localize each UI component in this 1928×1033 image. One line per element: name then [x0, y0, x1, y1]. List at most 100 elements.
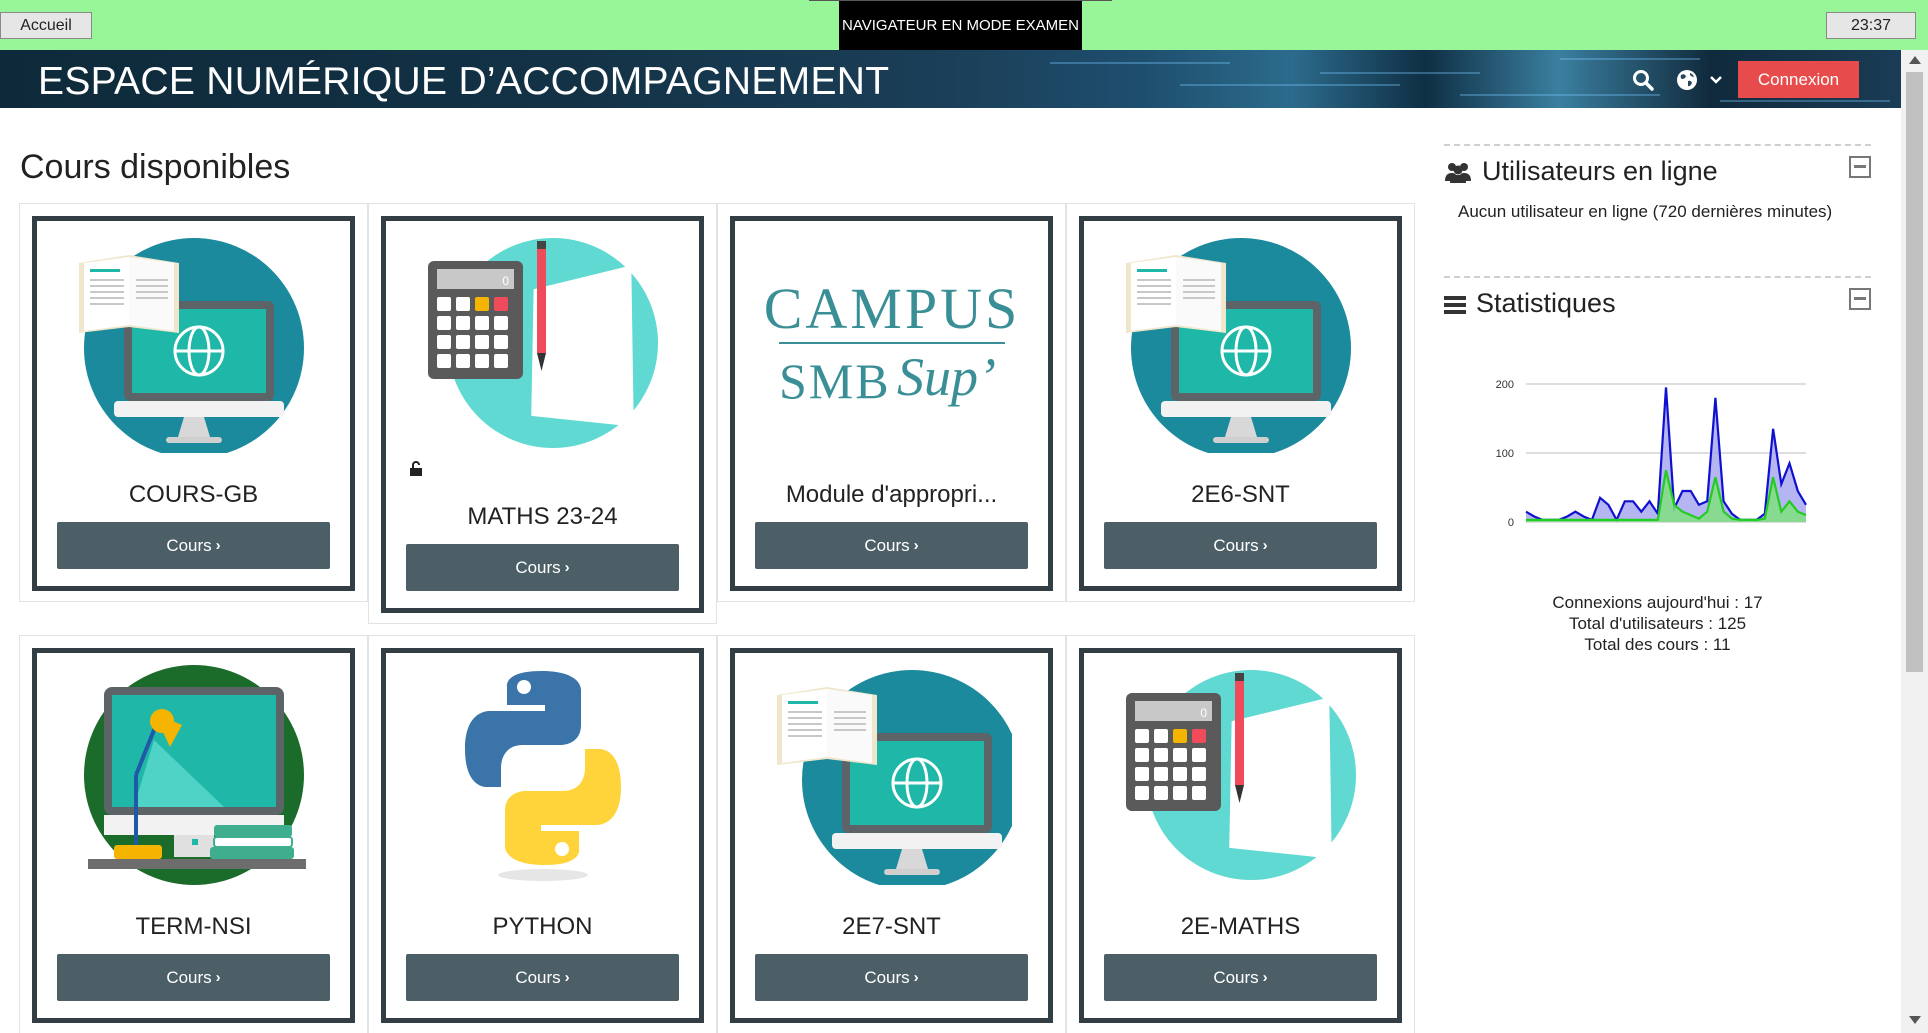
course-name[interactable]: TERM-NSI	[37, 913, 350, 941]
course-card[interactable]: 0 2E-MATHS Cours ›	[1079, 648, 1402, 1023]
statistics-title: Statistiques	[1476, 288, 1616, 318]
course-button[interactable]: Cours ›	[755, 522, 1028, 569]
course-name[interactable]: 2E7-SNT	[735, 913, 1048, 941]
course-button[interactable]: Cours ›	[406, 954, 679, 1001]
clock: 23:37	[1826, 12, 1916, 39]
computer-book-globe-image	[78, 238, 304, 453]
calculator-pencil-image: 0	[1125, 670, 1356, 880]
exam-mode-label: NAVIGATEUR EN MODE EXAMEN	[809, 0, 1112, 50]
collapse-block-icon[interactable]	[1849, 156, 1871, 178]
course-name[interactable]: COURS-GB	[37, 481, 350, 509]
page-title: Cours disponibles	[20, 148, 291, 186]
svg-text:CAMPUS: CAMPUS	[763, 276, 1020, 341]
course-card[interactable]: 2E7-SNT Cours ›	[730, 648, 1053, 1023]
course-tile: COURS-GB Cours ›	[19, 203, 368, 602]
course-button[interactable]: Cours ›	[57, 522, 330, 569]
course-image[interactable]: 0	[1084, 665, 1397, 885]
y-tick-label: 100	[1496, 448, 1514, 460]
statistics-summary: Connexions aujourd'hui : 17 Total d'util…	[1444, 592, 1871, 655]
course-button-label: Cours	[1213, 967, 1259, 987]
chevron-right-icon: ›	[1262, 537, 1268, 554]
online-users-block: Utilisateurs en ligne Aucun utilisateur …	[1444, 144, 1871, 234]
site-title[interactable]: ESPACE NUMÉRIQUE D’ACCOMPAGNEMENT	[38, 60, 889, 104]
site-header: ESPACE NUMÉRIQUE D’ACCOMPAGNEMENT Connex…	[0, 50, 1901, 108]
chevron-right-icon: ›	[215, 537, 221, 554]
language-menu[interactable]	[1676, 69, 1724, 91]
course-tile: 0 MATHS 23-24 Cours ›	[368, 203, 717, 624]
course-button[interactable]: Cours ›	[57, 954, 330, 1001]
course-button-label: Cours	[1213, 535, 1259, 555]
svg-text:SMB: SMB	[779, 353, 891, 409]
course-button-label: Cours	[864, 967, 910, 987]
login-button[interactable]: Connexion	[1738, 61, 1859, 98]
course-button[interactable]: Cours ›	[1104, 954, 1377, 1001]
course-button-label: Cours	[166, 967, 212, 987]
chevron-right-icon: ›	[564, 559, 570, 576]
course-button[interactable]: Cours ›	[1104, 522, 1377, 569]
course-tile: 2E6-SNT Cours ›	[1066, 203, 1415, 602]
course-card[interactable]: TERM-NSI Cours ›	[32, 648, 355, 1023]
course-name[interactable]: 2E-MATHS	[1084, 913, 1397, 941]
chevron-right-icon: ›	[913, 969, 919, 986]
course-image[interactable]	[735, 665, 1048, 885]
page-scrollbar[interactable]	[1901, 50, 1928, 1033]
online-users-heading: Utilisateurs en ligne	[1444, 156, 1718, 187]
course-image[interactable]	[37, 233, 350, 453]
search-icon[interactable]	[1632, 69, 1654, 91]
chevron-right-icon: ›	[215, 969, 221, 986]
statistics-heading: Statistiques	[1444, 288, 1616, 319]
python-logo-image	[464, 671, 621, 881]
course-button[interactable]: Cours ›	[755, 954, 1028, 1001]
course-image[interactable]	[1084, 233, 1397, 453]
online-users-title: Utilisateurs en ligne	[1482, 156, 1718, 186]
course-image[interactable]	[37, 665, 350, 885]
course-button[interactable]: Cours ›	[406, 544, 679, 591]
campus-smb-logo-image: CAMPUS SMB Sup’	[763, 276, 1020, 409]
stat-total-users: Total d'utilisateurs : 125	[1568, 614, 1747, 633]
users-icon	[1445, 162, 1471, 183]
svg-text:Sup’: Sup’	[897, 347, 996, 407]
course-tile: PYTHON Cours ›	[368, 635, 717, 1033]
chevron-right-icon: ›	[913, 537, 919, 554]
collapse-block-icon[interactable]	[1849, 288, 1871, 310]
course-image[interactable]	[386, 665, 699, 885]
bars-icon	[1444, 295, 1466, 314]
course-name[interactable]: 2E6-SNT	[1084, 481, 1397, 509]
course-button-label: Cours	[515, 557, 561, 577]
course-image[interactable]: CAMPUS SMB Sup’	[735, 233, 1048, 453]
y-tick-label: 0	[1508, 517, 1514, 529]
course-tile: 2E7-SNT Cours ›	[717, 635, 1066, 1033]
unlock-icon	[410, 461, 422, 476]
scroll-up-arrow-icon[interactable]	[1909, 56, 1921, 64]
course-name[interactable]: MATHS 23-24	[386, 503, 699, 531]
scrollbar-thumb[interactable]	[1906, 72, 1923, 672]
course-image[interactable]: 0	[386, 233, 699, 453]
course-button-label: Cours	[864, 535, 910, 555]
connections-chart: 0 100 200	[1496, 379, 1807, 529]
svg-text:0: 0	[502, 274, 509, 288]
chevron-right-icon: ›	[564, 969, 570, 986]
course-card[interactable]: PYTHON Cours ›	[381, 648, 704, 1023]
home-button[interactable]: Accueil	[0, 12, 92, 39]
scroll-down-arrow-icon[interactable]	[1909, 1016, 1921, 1024]
svg-text:0: 0	[1200, 706, 1207, 720]
course-tile: CAMPUS SMB Sup’ Module d'appropri... Cou…	[717, 203, 1066, 602]
course-button-label: Cours	[515, 967, 561, 987]
course-name[interactable]: Module d'appropri...	[735, 481, 1048, 509]
course-card[interactable]: 0 MATHS 23-24 Cours ›	[381, 216, 704, 613]
course-tile: TERM-NSI Cours ›	[19, 635, 368, 1033]
course-tile: 0 2E-MATHS Cours ›	[1066, 635, 1415, 1033]
course-name[interactable]: PYTHON	[386, 913, 699, 941]
chevron-right-icon: ›	[1262, 969, 1268, 986]
course-card[interactable]: CAMPUS SMB Sup’ Module d'appropri... Cou…	[730, 216, 1053, 591]
globe-icon	[1677, 70, 1697, 90]
statistics-block: Statistiques 0 100 200 Connexions aujourd'…	[1444, 276, 1871, 656]
course-card[interactable]: COURS-GB Cours ›	[32, 216, 355, 591]
online-users-text: Aucun utilisateur en ligne (720 dernière…	[1458, 202, 1833, 221]
stat-connections-today: Connexions aujourd'hui : 17	[1552, 593, 1763, 612]
course-card[interactable]: 2E6-SNT Cours ›	[1079, 216, 1402, 591]
exam-toolbar: Accueil NAVIGATEUR EN MODE EXAMEN 23:37	[0, 0, 1928, 50]
calculator-pencil-image: 0	[427, 238, 658, 448]
computer-book-globe-image	[1125, 238, 1351, 453]
y-tick-label: 200	[1496, 379, 1514, 391]
